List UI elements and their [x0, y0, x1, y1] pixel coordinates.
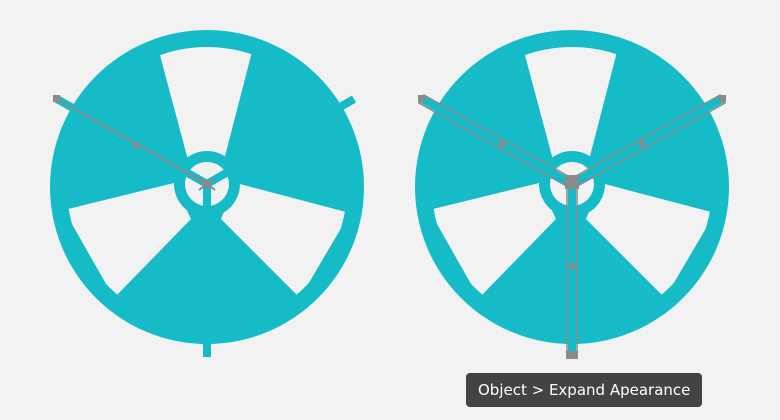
left-fan-illustration: [50, 30, 364, 357]
canvas: Object > Expand Apearance: [0, 0, 780, 420]
caption-label: Object > Expand Apearance: [466, 373, 703, 407]
artwork: [50, 30, 729, 359]
right-fan-illustration: [415, 30, 729, 359]
